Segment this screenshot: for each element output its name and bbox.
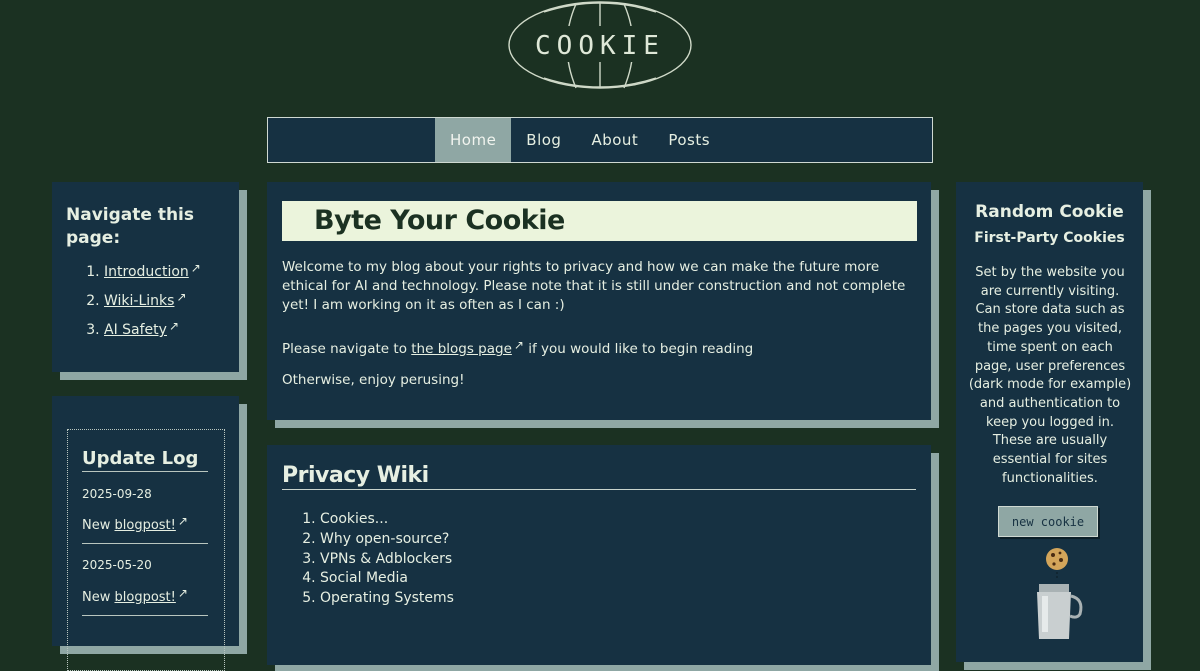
external-link-icon: ↗ (177, 586, 188, 600)
navigate-text: Please navigate to the blogs page ↗ if yo… (282, 338, 754, 357)
nav-item-home[interactable]: Home (435, 118, 512, 162)
random-cookie-title: Random Cookie (975, 202, 1124, 222)
external-link-icon: ↗ (513, 338, 524, 352)
nav-item-posts[interactable]: Posts (653, 118, 725, 162)
external-link-icon: ↗ (176, 290, 187, 304)
wiki-title: Privacy Wiki (282, 463, 916, 490)
log-divider (82, 615, 208, 616)
title-banner: Byte Your Cookie (282, 201, 917, 241)
new-cookie-button[interactable]: new cookie (998, 506, 1098, 537)
log-entry-link[interactable]: blogpost! (115, 518, 176, 533)
page-nav-link-wiki-links[interactable]: Wiki-Links (104, 293, 174, 309)
external-link-icon: ↗ (190, 261, 201, 275)
log-entry-text: New blogpost! ↗ (82, 586, 188, 605)
page-nav-link-introduction[interactable]: Introduction (104, 264, 189, 280)
globe-logo-icon: COOKIE (508, 1, 692, 89)
external-link-icon: ↗ (177, 514, 188, 528)
main-nav: Home Blog About Posts (267, 117, 933, 163)
cookie-description: Set by the website you are currently vis… (968, 265, 1132, 486)
log-entry-link[interactable]: blogpost! (115, 590, 176, 605)
nav-item-about[interactable]: About (576, 118, 653, 162)
update-log-box[interactable]: Update Log 2025-09-28 New blogpost! ↗ 202… (67, 429, 225, 671)
wiki-list: Cookies... Why open-source? VPNs & Adblo… (267, 510, 454, 609)
intro-text: Welcome to my blog about your rights to … (282, 259, 906, 313)
wiki-item-open-source[interactable]: Why open-source? (320, 530, 454, 550)
page-title: Byte Your Cookie (314, 205, 565, 236)
external-link-icon: ↗ (168, 319, 180, 333)
page-nav-item: Introduction↗ (104, 256, 201, 285)
log-divider (82, 543, 208, 544)
cookie-type-subtitle: First-Party Cookies (974, 230, 1125, 246)
closing-text: Otherwise, enjoy perusing! (282, 372, 465, 388)
wiki-item-cookies[interactable]: Cookies... (320, 510, 454, 530)
privacy-wiki-panel: Privacy Wiki Cookies... Why open-source?… (267, 445, 931, 665)
wiki-item-vpns-adblockers[interactable]: VPNs & Adblockers (320, 550, 454, 570)
cookie-jar-icon (1037, 548, 1083, 639)
page-nav-title: Navigate this page: (66, 205, 194, 248)
page-nav-item: AI Safety↗ (104, 314, 201, 343)
log-entry-date: 2025-05-20 (82, 558, 152, 572)
wiki-item-operating-systems[interactable]: Operating Systems (320, 589, 454, 609)
log-entry-date: 2025-09-28 (82, 487, 152, 501)
blogs-page-link[interactable]: the blogs page (411, 341, 512, 357)
log-entry-text: New blogpost! ↗ (82, 514, 188, 533)
page-nav-panel: Navigate this page: Introduction↗ Wiki-L… (52, 182, 239, 372)
page-nav-link-ai-safety[interactable]: AI Safety (104, 322, 167, 338)
intro-panel: Byte Your Cookie Welcome to my blog abou… (267, 182, 931, 420)
page-nav-item: Wiki-Links↗ (104, 285, 201, 314)
logo-text: COOKIE (535, 31, 665, 61)
update-log-panel: Update Log 2025-09-28 New blogpost! ↗ 202… (52, 396, 239, 671)
nav-items: Home Blog About Posts (435, 118, 725, 162)
nav-item-blog[interactable]: Blog (511, 118, 576, 162)
site-logo[interactable]: COOKIE (506, 0, 694, 92)
wiki-item-social-media[interactable]: Social Media (320, 569, 454, 589)
update-log-title: Update Log (82, 448, 208, 472)
page-nav-list: Introduction↗ Wiki-Links↗ AI Safety↗ (52, 256, 201, 343)
random-cookie-panel: Random Cookie First-Party Cookies Set by… (956, 182, 1143, 662)
